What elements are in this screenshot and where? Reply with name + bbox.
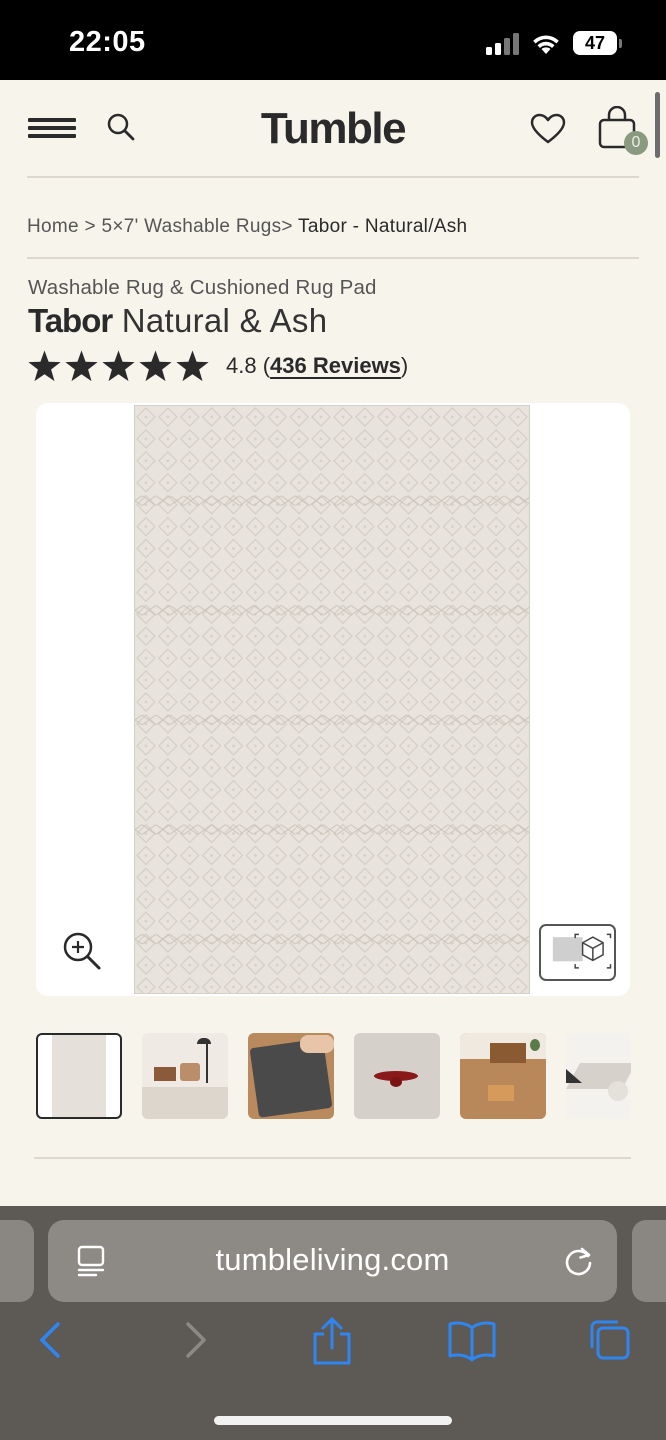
tabs-icon[interactable] — [588, 1318, 632, 1362]
star-icon — [176, 350, 209, 382]
rating-summary: 4.8 (436 Reviews) — [226, 353, 409, 378]
url-text[interactable]: tumbleliving.com — [48, 1242, 617, 1278]
rug-image — [134, 405, 530, 994]
rating-value: 4.8 — [226, 353, 257, 378]
star-icon — [28, 350, 61, 382]
star-icon — [139, 350, 172, 382]
cellular-signal-icon — [486, 33, 520, 55]
breadcrumb-separator: > — [281, 216, 299, 237]
site-header: Tumble — [0, 80, 666, 178]
product-rating: 4.8 (436 Reviews) — [27, 348, 408, 384]
battery-nub — [619, 39, 622, 48]
heart-icon[interactable] — [530, 113, 566, 145]
reload-icon[interactable] — [562, 1244, 596, 1278]
back-icon[interactable] — [30, 1318, 74, 1362]
thumbnail-rug-pad[interactable] — [248, 1033, 334, 1119]
product-variant: Natural & Ash — [121, 302, 328, 339]
bookmarks-icon[interactable] — [447, 1318, 497, 1362]
thumbnail-stain[interactable] — [354, 1033, 440, 1119]
breadcrumb-home[interactable]: Home — [27, 216, 79, 237]
product-subtitle: Washable Rug & Cushioned Rug Pad — [28, 276, 377, 299]
thumbnail-rug-front[interactable] — [36, 1033, 122, 1119]
thumbnail-room-floor[interactable] — [460, 1033, 546, 1119]
breadcrumb-separator: > — [78, 216, 102, 237]
previous-tab-preview[interactable] — [0, 1220, 34, 1302]
reviews-link[interactable]: 436 Reviews — [270, 353, 401, 378]
thumbnail-strip — [36, 1033, 631, 1119]
next-tab-preview[interactable] — [632, 1220, 666, 1302]
wifi-icon — [533, 35, 559, 54]
rating-stars — [27, 349, 210, 383]
forward-icon[interactable] — [172, 1318, 216, 1362]
product-name: Tabor — [28, 302, 113, 339]
cart-count-badge: 0 — [624, 131, 648, 155]
zoom-in-icon[interactable] — [62, 931, 102, 971]
star-icon — [102, 350, 135, 382]
product-title: Tabor Natural & Ash — [28, 302, 327, 340]
header-divider — [27, 176, 639, 178]
star-icon — [65, 350, 98, 382]
breadcrumb-current: Tabor - Natural/Ash — [298, 216, 468, 237]
breadcrumb: Home > 5×7' Washable Rugs> Tabor - Natur… — [27, 216, 467, 238]
breadcrumb-category[interactable]: 5×7' Washable Rugs — [101, 216, 281, 237]
breadcrumb-divider — [27, 257, 639, 259]
share-icon[interactable] — [310, 1316, 354, 1366]
home-indicator[interactable] — [214, 1416, 452, 1425]
thumbnail-size-guide[interactable] — [566, 1033, 631, 1119]
scrollbar-thumb[interactable] — [655, 92, 660, 158]
status-time: 22:05 — [69, 26, 146, 58]
address-bar[interactable]: tumbleliving.com — [48, 1220, 617, 1302]
product-image-card[interactable] — [36, 403, 630, 996]
browser-toolbar: tumbleliving.com — [0, 1206, 666, 1440]
battery-indicator: 47 — [573, 31, 617, 55]
thumbnail-living-room[interactable] — [142, 1033, 228, 1119]
ar-cube-icon — [552, 933, 612, 969]
status-bar: 22:05 47 — [0, 0, 666, 80]
ar-view-button[interactable] — [539, 924, 616, 981]
thumbnail-divider — [34, 1157, 631, 1159]
site-logo[interactable]: Tumble — [0, 104, 666, 154]
